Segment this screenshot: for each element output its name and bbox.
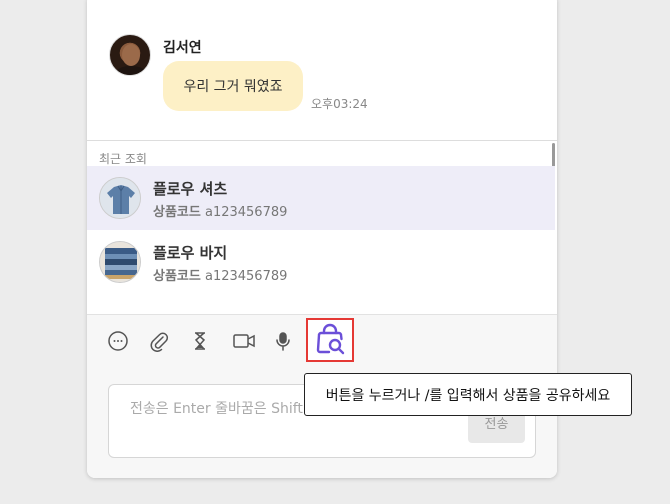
product-code-label: 상품코드 (153, 269, 201, 284)
pants-thumbnail (99, 241, 141, 283)
product-share-button[interactable] (306, 318, 354, 362)
product-search-icon (316, 323, 345, 355)
message-area: 김서연 우리 그거 뭐였죠 오후03:24 (87, 0, 557, 140)
hourglass-icon[interactable] (188, 329, 212, 353)
recent-products: 최근 조회 플로우 셔츠 상품코드 a123456789 플로우 바지 상품코드… (87, 140, 557, 314)
message-time: 오후03:24 (311, 97, 368, 111)
avatar-shoulders (116, 66, 146, 75)
product-code: 상품코드 a123456789 (153, 201, 287, 220)
product-code: 상품코드 a123456789 (153, 265, 287, 284)
avatar-face (122, 44, 140, 66)
emoji-icon[interactable] (106, 329, 130, 353)
list-item[interactable]: 플로우 셔츠 상품코드 a123456789 (87, 166, 555, 230)
video-icon[interactable] (229, 329, 259, 353)
sender-name: 김서연 (163, 40, 202, 56)
tooltip-text: 버튼을 누르거나 /를 입력해서 상품을 공유하세요 (325, 387, 611, 404)
input-placeholder: 전송은 Enter 줄바꿈은 Shift (130, 401, 303, 417)
message-bubble: 우리 그거 뭐였죠 (163, 61, 303, 111)
product-name: 플로우 바지 (153, 244, 228, 262)
recent-title: 최근 조회 (99, 152, 147, 166)
product-name: 플로우 셔츠 (153, 180, 228, 198)
product-code-label: 상품코드 (153, 205, 201, 220)
message-text: 우리 그거 뭐였죠 (183, 79, 283, 95)
attachment-icon[interactable] (147, 329, 171, 353)
list-item[interactable]: 플로우 바지 상품코드 a123456789 (87, 230, 555, 294)
share-tooltip: 버튼을 누르거나 /를 입력해서 상품을 공유하세요 (304, 373, 632, 416)
avatar (109, 34, 151, 76)
product-code-value: a123456789 (204, 205, 288, 220)
product-code-value: a123456789 (204, 269, 288, 284)
shirt-thumbnail (99, 177, 141, 219)
microphone-icon[interactable] (271, 329, 295, 353)
